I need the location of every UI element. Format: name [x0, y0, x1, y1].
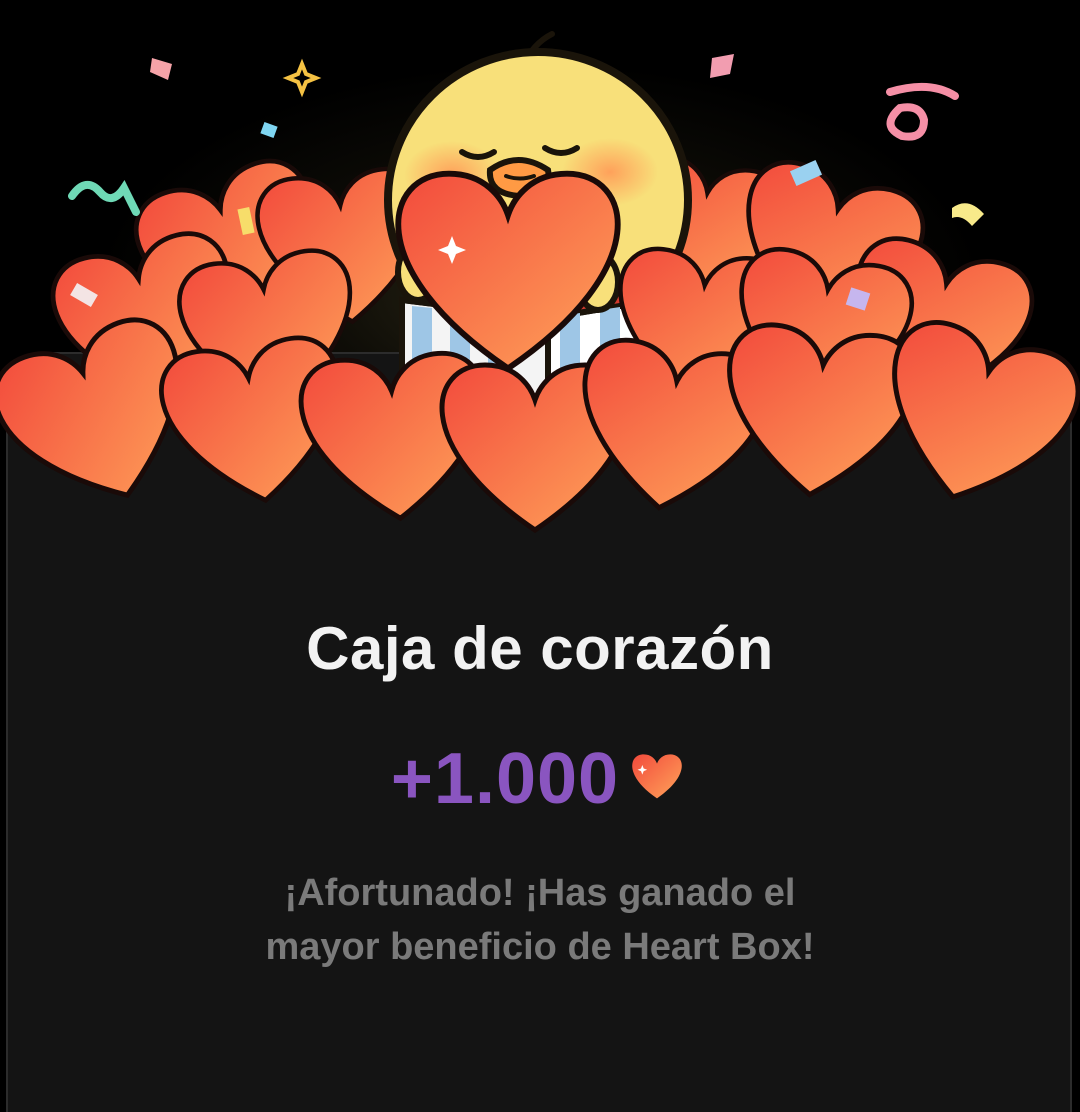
heart-box-illustration: [0, 31, 1080, 540]
reward-message: ¡Afortunado! ¡Has ganado el mayor benefi…: [0, 866, 1080, 974]
reward-message-line: ¡Afortunado! ¡Has ganado el: [284, 872, 796, 914]
reward-row: +1.000: [0, 738, 1080, 820]
reward-amount: +1.000: [390, 739, 620, 819]
reward-message-line: mayor beneficio de Heart Box!: [265, 926, 815, 968]
dialog-title: Caja de corazón: [306, 615, 774, 682]
heart-icon: [632, 754, 682, 799]
